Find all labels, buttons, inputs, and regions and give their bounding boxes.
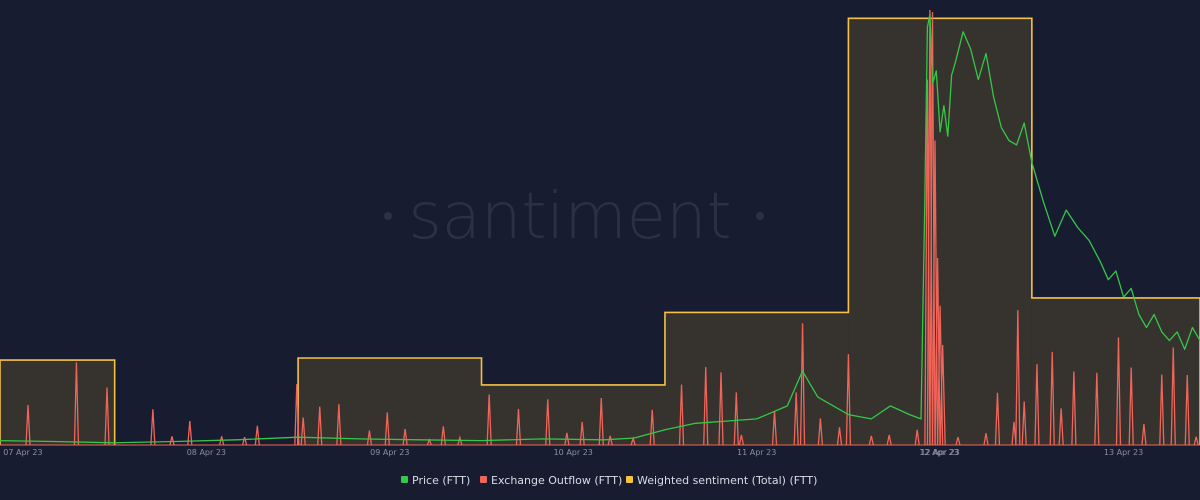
legend-label-price: Price (FTT) [412,474,470,487]
legend-item-sentiment[interactable]: Weighted sentiment (Total) (FTT) [626,474,817,487]
watermark-text: santiment [408,180,731,254]
x-tick-label: 10 Apr 23 [554,448,593,457]
legend-item-price[interactable]: Price (FTT) [401,474,470,487]
sentiment-block [0,360,115,445]
chart-container: santiment 07 Apr 23 08 Apr 23 09 Apr 23 10 … [0,0,1200,500]
x-tick-label: 13 Apr 23 [1104,448,1143,457]
x-tick-label: 08 Apr 23 [187,448,226,457]
legend-swatch-outflow [480,476,487,483]
legend-label-outflow: Exchange Outflow (FTT) [491,474,622,487]
watermark-dot-left [384,212,392,220]
x-tick-label: 09 Apr 23 [370,448,409,457]
x-tick-label: 11 Apr 23 [737,448,776,457]
x-tick-label: 12 Apr 23 [919,448,958,457]
legend-swatch-price [401,476,408,483]
watermark: santiment [384,180,764,254]
watermark-dot-right [756,212,764,220]
sentiment-block [848,18,1032,446]
legend-item-outflow[interactable]: Exchange Outflow (FTT) [480,474,622,487]
legend: Price (FTT) Exchange Outflow (FTT) Weigh… [401,474,817,487]
legend-label-sentiment: Weighted sentiment (Total) (FTT) [637,474,817,487]
sentiment-block [481,384,665,445]
x-tick-label: 07 Apr 23 [3,448,42,457]
sentiment-block [298,358,482,445]
chart-svg: santiment 07 Apr 23 08 Apr 23 09 Apr 23 10 … [0,0,1200,500]
legend-swatch-sentiment [626,476,633,483]
